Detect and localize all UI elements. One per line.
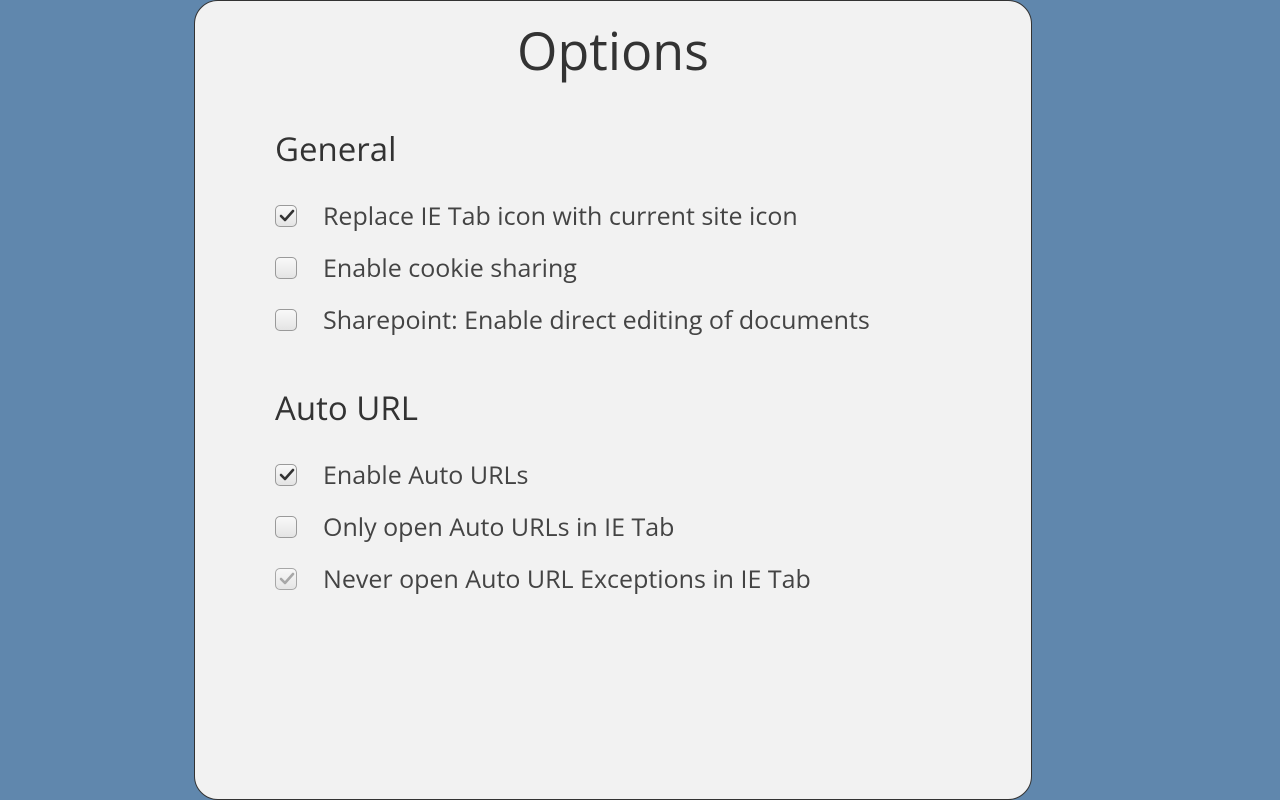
checkmark-icon bbox=[278, 570, 296, 588]
options-panel: Options General Replace IE Tab icon with… bbox=[194, 0, 1032, 800]
option-label-sharepoint: Sharepoint: Enable direct editing of doc… bbox=[323, 305, 870, 335]
section-auto-url-heading: Auto URL bbox=[275, 385, 951, 430]
option-row-sharepoint: Sharepoint: Enable direct editing of doc… bbox=[275, 305, 951, 335]
section-auto-url: Auto URL Enable Auto URLs Only open Auto… bbox=[275, 385, 951, 594]
option-label-only-open-auto-urls: Only open Auto URLs in IE Tab bbox=[323, 512, 674, 542]
checkbox-never-open-auto-url-exceptions bbox=[275, 568, 297, 590]
option-row-cookie-sharing: Enable cookie sharing bbox=[275, 253, 951, 283]
option-label-enable-auto-urls: Enable Auto URLs bbox=[323, 460, 528, 490]
option-row-never-open-auto-url-exceptions: Never open Auto URL Exceptions in IE Tab bbox=[275, 564, 951, 594]
option-label-cookie-sharing: Enable cookie sharing bbox=[323, 253, 577, 283]
checkbox-sharepoint[interactable] bbox=[275, 309, 297, 331]
option-label-replace-icon: Replace IE Tab icon with current site ic… bbox=[323, 201, 798, 231]
option-row-replace-icon: Replace IE Tab icon with current site ic… bbox=[275, 201, 951, 231]
checkbox-replace-icon[interactable] bbox=[275, 205, 297, 227]
checkmark-icon bbox=[278, 466, 296, 484]
checkbox-enable-auto-urls[interactable] bbox=[275, 464, 297, 486]
page-title: Options bbox=[275, 15, 951, 86]
section-general: General Replace IE Tab icon with current… bbox=[275, 126, 951, 335]
option-row-only-open-auto-urls: Only open Auto URLs in IE Tab bbox=[275, 512, 951, 542]
checkmark-icon bbox=[278, 207, 296, 225]
option-row-enable-auto-urls: Enable Auto URLs bbox=[275, 460, 951, 490]
checkbox-only-open-auto-urls[interactable] bbox=[275, 516, 297, 538]
section-general-heading: General bbox=[275, 126, 951, 171]
option-label-never-open-auto-url-exceptions: Never open Auto URL Exceptions in IE Tab bbox=[323, 564, 811, 594]
checkbox-cookie-sharing[interactable] bbox=[275, 257, 297, 279]
